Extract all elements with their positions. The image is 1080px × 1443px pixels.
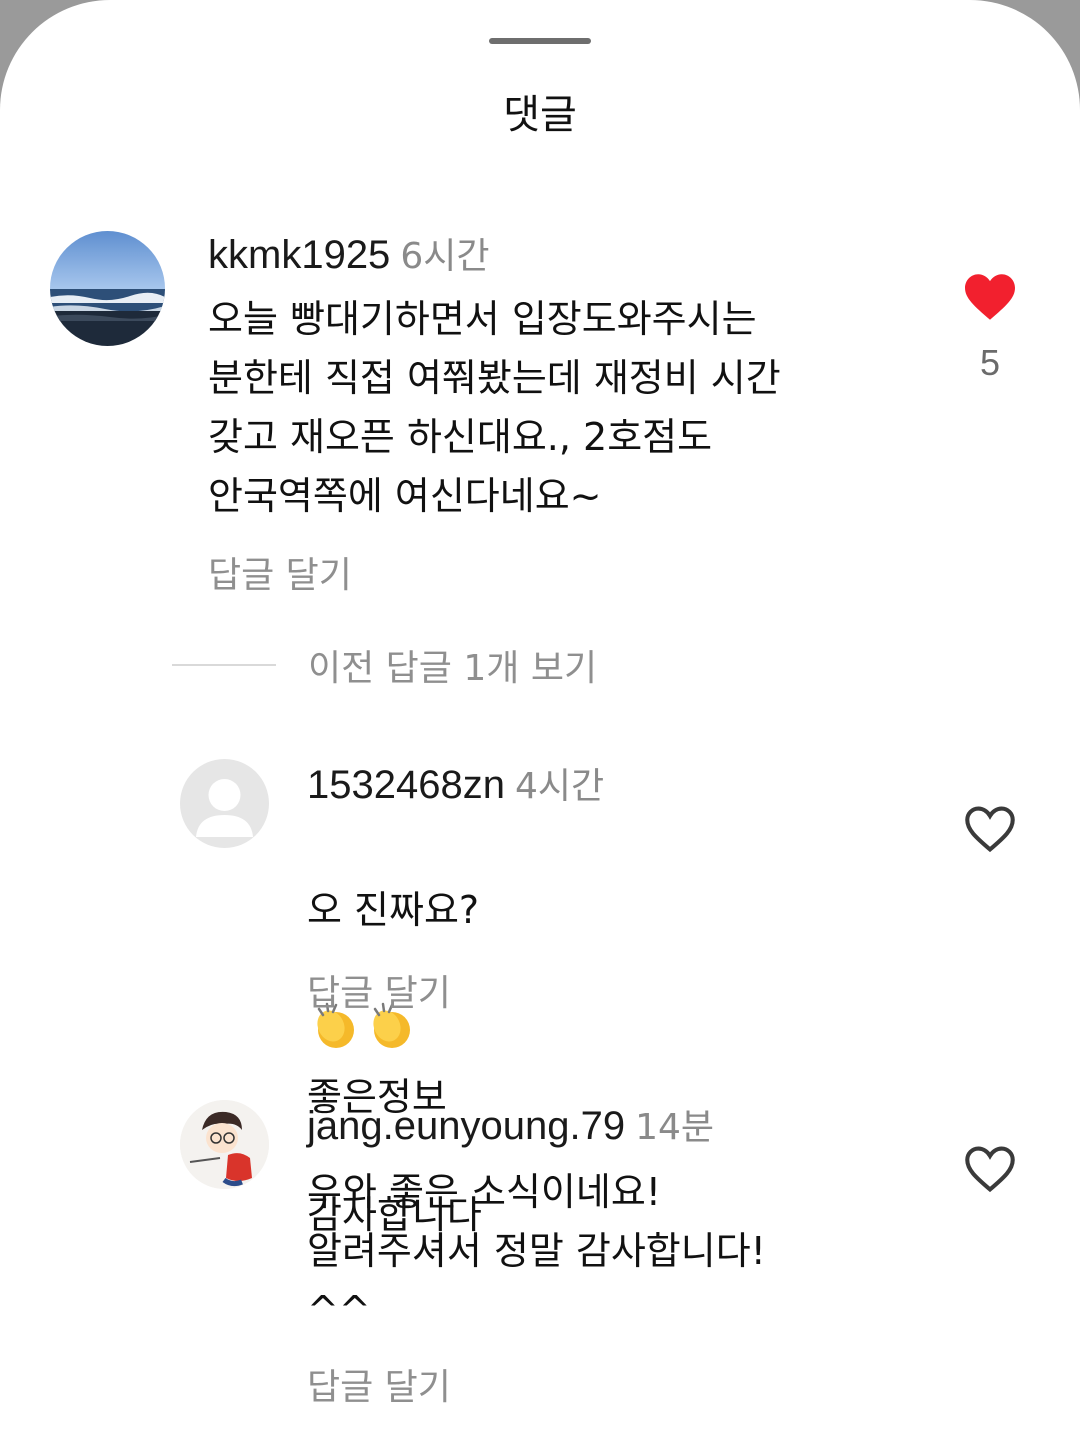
drag-handle[interactable] — [489, 38, 591, 44]
comment-text: 우와 좋은 소식이네요! 알려주셔서 정말 감사합니다! ^^ — [307, 1170, 766, 1332]
avatar[interactable] — [180, 759, 269, 848]
reply-button[interactable]: 답글 달기 — [307, 964, 451, 1016]
username[interactable]: kkmk1925 — [208, 233, 390, 277]
avatar[interactable] — [50, 231, 165, 346]
comment-meta: jang.eunyoung.79 14분 — [307, 1098, 714, 1150]
avatar[interactable] — [180, 1100, 269, 1189]
comment-meta: kkmk1925 6시간 — [208, 227, 489, 279]
username[interactable]: jang.eunyoung.79 — [307, 1104, 625, 1148]
comment-time: 14분 — [635, 1107, 715, 1148]
username[interactable]: 1532468zn — [307, 763, 505, 807]
comments-sheet: 댓글 kkmk1925 6시간 오늘 빵대기하면서 입장도와주시는 분한테 직접… — [0, 0, 1080, 1443]
divider-line — [172, 664, 276, 666]
view-previous-replies[interactable]: 이전 답글 1개 보기 — [172, 640, 597, 690]
like-count: 5 — [979, 342, 1001, 383]
comment-time: 6시간 — [400, 236, 490, 277]
cartoon-avatar-image — [180, 1100, 269, 1189]
sheet-title: 댓글 — [503, 92, 577, 138]
heart-filled-icon — [965, 274, 1015, 320]
comment-text-part: 오 진짜요? — [307, 888, 480, 932]
comment-time: 4시간 — [514, 766, 605, 807]
avatar-sea-image — [50, 231, 165, 346]
view-replies-label: 이전 답글 1개 보기 — [308, 648, 598, 689]
comment-text: 오늘 빵대기하면서 입장도와주시는 분한테 직접 여쭤봤는데 재정비 시간 갖고… — [208, 297, 781, 518]
heart-outline-icon — [965, 1146, 1015, 1193]
reply-button[interactable]: 답글 달기 — [307, 1358, 451, 1410]
reply-button[interactable]: 답글 달기 — [208, 546, 352, 598]
heart-outline-icon — [965, 806, 1015, 853]
comment-meta: 1532468zn 4시간 — [307, 757, 604, 809]
like-button[interactable] — [962, 1144, 1018, 1194]
default-user-icon — [196, 779, 253, 837]
like-button[interactable] — [962, 272, 1018, 322]
like-button[interactable] — [962, 804, 1018, 854]
